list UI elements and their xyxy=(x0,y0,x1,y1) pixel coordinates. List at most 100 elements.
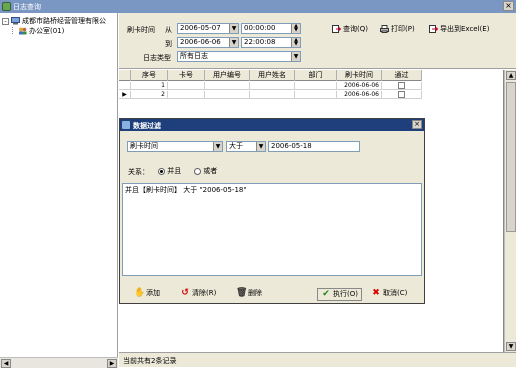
chevron-down-icon[interactable]: ▼ xyxy=(229,24,238,33)
tree-line xyxy=(12,27,13,34)
clear-label: 清除(R) xyxy=(192,289,217,297)
status-bar: 当前共有2条记录 xyxy=(119,352,516,367)
cell-passed xyxy=(382,82,422,90)
relation-label: 关系： xyxy=(128,168,149,176)
chevron-down-icon[interactable]: ▼ xyxy=(256,142,265,151)
scroll-right-icon[interactable]: ▶ xyxy=(107,359,117,368)
and-label: 并且 xyxy=(167,167,182,175)
checkmark-icon: ✔ xyxy=(322,288,330,299)
column-header[interactable]: 用户编号 xyxy=(205,70,250,81)
scroll-down-icon[interactable]: ▼ xyxy=(506,342,516,351)
radio-selected-icon[interactable] xyxy=(158,167,165,175)
log-type-value: 所有日志 xyxy=(180,52,208,60)
close-icon[interactable]: × xyxy=(412,120,422,129)
cell-card xyxy=(168,91,205,99)
tree-node-office[interactable]: 办公室(01) xyxy=(16,26,64,36)
people-icon xyxy=(19,27,27,35)
from-date-picker[interactable]: 2006-05-07 ▼ xyxy=(177,23,239,34)
cell-dept xyxy=(295,82,337,90)
app-icon xyxy=(2,2,11,11)
spinner-icon[interactable]: ▲ ▼ xyxy=(291,38,300,47)
collapse-icon[interactable]: - xyxy=(2,17,9,25)
column-header[interactable]: 部门 xyxy=(295,70,337,81)
compare-value-input[interactable]: 2006-05-18 xyxy=(268,141,360,152)
table-row[interactable]: ▶ 2 2006-06-06 xyxy=(119,91,422,99)
cell-time: 2006-06-06 xyxy=(337,82,382,90)
chevron-down-icon[interactable]: ▼ xyxy=(229,38,238,47)
cancel-button[interactable]: ✖ 取消(C) xyxy=(371,288,407,301)
print-button[interactable]: 打印(P) xyxy=(380,24,415,34)
to-label: 到 xyxy=(165,40,172,48)
filter-field-select[interactable]: 刷卡时间 ▼ xyxy=(127,141,223,152)
filter-expression: 并且【刷卡时间】 大于 "2006-05-18" xyxy=(125,186,247,194)
filter-expression-box[interactable]: 并且【刷卡时间】 大于 "2006-05-18" xyxy=(122,183,422,276)
to-date-picker[interactable]: 2006-06-06 ▼ xyxy=(177,37,239,48)
passed-checkbox[interactable] xyxy=(398,82,405,89)
current-row-arrow-icon: ▶ xyxy=(122,91,127,98)
scroll-left-icon[interactable]: ◀ xyxy=(1,359,11,368)
org-tree: - 成都市路桥经营管理有限公 办公室(01) xyxy=(0,13,118,358)
cell-user-no xyxy=(205,91,250,99)
cell-index: 1 xyxy=(131,82,168,90)
spinner-icon[interactable]: ▲ ▼ xyxy=(291,24,300,33)
chevron-down-icon[interactable]: ▼ xyxy=(213,142,222,151)
operator-value: 大于 xyxy=(229,142,243,150)
to-date-value: 2006-06-06 xyxy=(180,38,221,46)
scroll-thumb[interactable] xyxy=(506,82,516,232)
chevron-down-icon[interactable]: ▼ xyxy=(291,52,300,61)
printer-icon xyxy=(380,25,389,33)
export-label: 导出到Excel(E) xyxy=(440,25,490,33)
window-title-bar: 日志查询 × xyxy=(0,0,516,13)
from-time-value: 00:00:00 xyxy=(244,24,276,32)
from-time-field[interactable]: 00:00:00 ▲ ▼ xyxy=(241,23,301,34)
from-date-value: 2006-05-07 xyxy=(180,24,221,32)
cell-passed xyxy=(382,91,422,99)
filter-icon xyxy=(122,121,130,129)
log-type-label: 日志类型 xyxy=(143,54,171,62)
query-icon xyxy=(332,25,341,33)
or-radio[interactable]: 或者 xyxy=(194,166,217,176)
row-indicator xyxy=(119,82,131,90)
column-header[interactable]: 刷卡时间 xyxy=(337,70,382,81)
tree-root-label: 成都市路桥经营管理有限公 xyxy=(22,17,106,25)
cell-time: 2006-06-06 xyxy=(337,91,382,99)
close-icon[interactable]: × xyxy=(503,1,514,11)
log-type-select[interactable]: 所有日志 ▼ xyxy=(177,51,301,62)
print-label: 打印(P) xyxy=(391,25,415,33)
table-row[interactable]: 1 2006-06-06 xyxy=(119,82,422,90)
row-indicator: ▶ xyxy=(119,91,131,99)
export-excel-button[interactable]: 导出到Excel(E) xyxy=(429,24,489,34)
column-header[interactable]: 序号 xyxy=(131,70,168,81)
dialog-title: 数据过滤 xyxy=(133,122,161,130)
cell-user-no xyxy=(205,82,250,90)
cell-card xyxy=(168,82,205,90)
query-button[interactable]: 查询(Q) xyxy=(332,24,368,34)
add-button[interactable]: ✋添加 xyxy=(134,288,160,301)
filter-field-value: 刷卡时间 xyxy=(130,142,158,150)
export-icon xyxy=(429,25,438,33)
radio-icon[interactable] xyxy=(194,167,201,175)
dialog-title-bar: 数据过滤 × xyxy=(120,119,424,131)
passed-checkbox[interactable] xyxy=(398,91,405,98)
tree-node-root[interactable]: - 成都市路桥经营管理有限公 xyxy=(2,16,106,26)
from-label: 从 xyxy=(165,26,172,34)
execute-button[interactable]: ✔ 执行(O) xyxy=(317,288,362,301)
to-time-field[interactable]: 22:00:08 ▲ ▼ xyxy=(241,37,301,48)
table-vertical-scrollbar[interactable]: ▲ ▼ xyxy=(504,70,516,353)
scroll-up-icon[interactable]: ▲ xyxy=(506,71,516,80)
clear-button[interactable]: ↺ 清除(R) xyxy=(180,288,216,301)
tree-horizontal-scrollbar[interactable]: ◀ ▶ xyxy=(0,357,118,368)
delete-button[interactable]: 🗑删除 xyxy=(236,288,262,301)
filter-panel: 刷卡时间 从 2006-05-07 ▼ 00:00:00 ▲ ▼ 到 2006-0… xyxy=(119,13,516,69)
network-icon xyxy=(11,17,20,25)
window-title: 日志查询 xyxy=(13,3,41,11)
row-indicator-header xyxy=(119,70,131,81)
and-radio[interactable]: 并且 xyxy=(158,166,181,176)
to-time-value: 22:00:08 xyxy=(244,38,276,46)
add-icon: ✋ xyxy=(134,287,146,298)
column-header[interactable]: 通过 xyxy=(382,70,422,81)
operator-select[interactable]: 大于 ▼ xyxy=(226,141,266,152)
cell-user-name xyxy=(250,82,295,90)
column-header[interactable]: 用户姓名 xyxy=(250,70,295,81)
column-header[interactable]: 卡号 xyxy=(168,70,205,81)
